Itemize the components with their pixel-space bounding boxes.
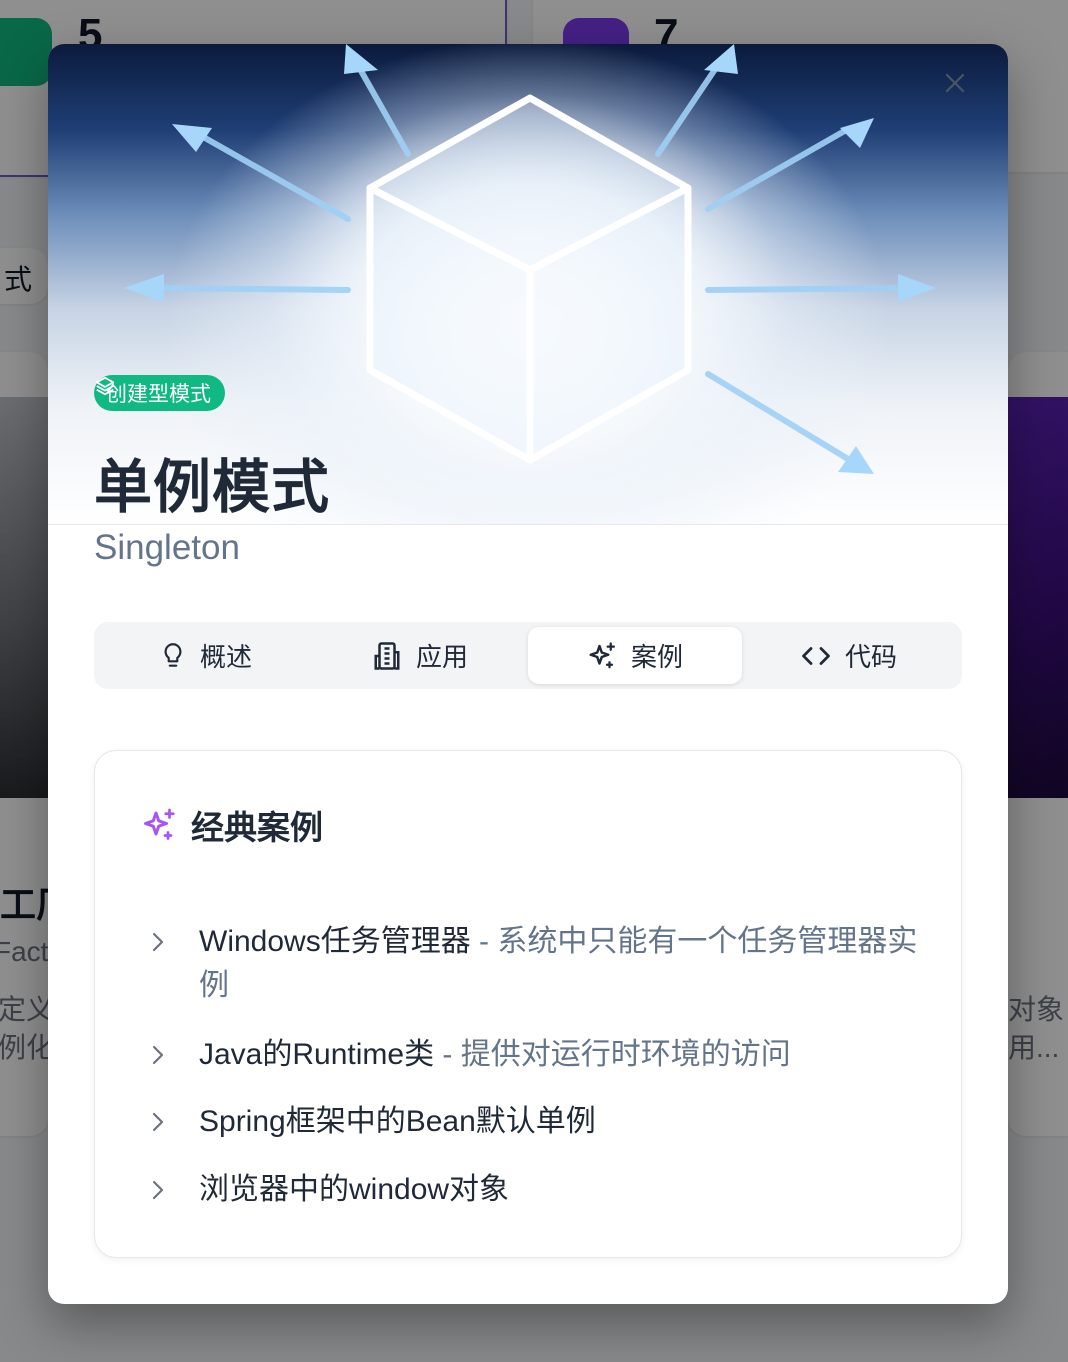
tab-cases[interactable]: 案例 — [528, 627, 742, 684]
tab-code[interactable]: 代码 — [742, 627, 956, 684]
case-description: 提供对运行时环境的访问 — [460, 1038, 791, 1071]
building-icon — [374, 641, 400, 670]
sparkles-icon — [589, 641, 615, 668]
chevron-right-icon — [152, 932, 164, 952]
chevron-right-icon — [152, 1112, 164, 1132]
tab-applications[interactable]: 应用 — [313, 627, 527, 684]
tab-bar: 概述 应用 案例 代码 — [94, 622, 962, 689]
hero-illustration: 创建型模式 单例模式 — [48, 44, 1008, 524]
case-separator: - — [470, 925, 498, 958]
case-item: Java的Runtime类 - 提供对运行时环境的访问 — [199, 1033, 919, 1077]
hero-divider — [48, 524, 1008, 525]
case-name: Windows任务管理器 — [199, 925, 471, 958]
close-icon — [945, 73, 965, 93]
cases-panel: 经典案例 Windows任务管理器 - 系统中只能有一个任务管理器实例 Java… — [94, 750, 962, 1258]
sparkles-icon — [144, 808, 175, 840]
case-separator: - — [434, 1038, 461, 1071]
case-item: 浏览器中的window对象 — [199, 1168, 919, 1212]
cases-title: 经典案例 — [191, 809, 323, 846]
close-button[interactable] — [944, 72, 980, 108]
case-name: Spring框架中的Bean默认单例 — [199, 1105, 596, 1138]
case-item: Spring框架中的Bean默认单例 — [199, 1100, 919, 1144]
page-title: 单例模式 — [94, 455, 331, 520]
pattern-detail-modal: 创建型模式 单例模式 Singleton 概述 应用 案例 代码 经典案例 Wi… — [48, 44, 1008, 1304]
chevron-right-icon — [152, 1180, 164, 1200]
tab-label: 概述 — [199, 642, 252, 672]
tab-label: 案例 — [630, 642, 683, 672]
category-badge-label: 创建型模式 — [106, 383, 211, 406]
chevron-right-icon — [152, 1045, 164, 1065]
tab-label: 代码 — [844, 642, 897, 672]
case-name: Java的Runtime类 — [199, 1038, 435, 1071]
layers-icon — [95, 376, 115, 396]
tab-overview[interactable]: 概述 — [99, 627, 313, 684]
tab-label: 应用 — [415, 642, 468, 672]
lightbulb-icon — [164, 642, 182, 667]
case-item: Windows任务管理器 - 系统中只能有一个任务管理器实例 — [199, 920, 919, 1008]
category-badge: 创建型模式 — [94, 375, 225, 411]
cases-header: 经典案例 — [141, 801, 323, 849]
case-name: 浏览器中的window对象 — [199, 1173, 510, 1206]
page-subtitle: Singleton — [94, 528, 240, 567]
code-icon — [802, 646, 830, 665]
